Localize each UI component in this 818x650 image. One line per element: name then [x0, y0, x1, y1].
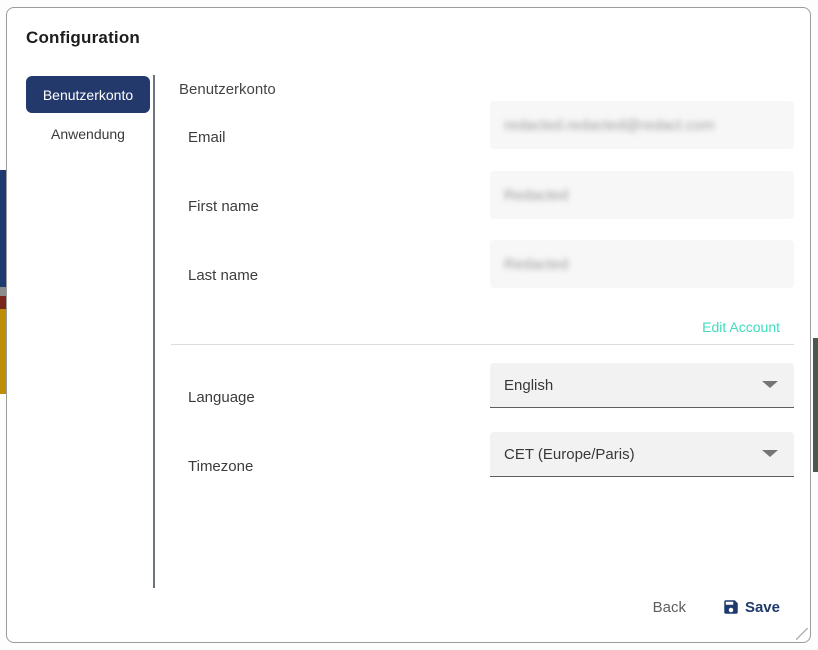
chevron-down-icon — [762, 450, 778, 457]
timezone-label: Timezone — [188, 458, 253, 475]
last-name-field[interactable]: Redacted — [490, 240, 794, 288]
language-label: Language — [188, 389, 255, 406]
edit-account-link[interactable]: Edit Account — [702, 319, 780, 335]
first-name-label: First name — [188, 198, 259, 215]
configuration-dialog: Configuration Benutzerkonto Anwendung Be… — [6, 7, 811, 643]
save-button-label: Save — [745, 599, 780, 616]
save-button[interactable]: Save — [722, 598, 780, 616]
background-strip — [813, 338, 818, 472]
first-name-value-redacted: Redacted — [504, 187, 568, 204]
last-name-label: Last name — [188, 267, 258, 284]
tab-anwendung[interactable]: Anwendung — [26, 115, 150, 152]
language-select-value: English — [504, 377, 553, 394]
tab-anwendung-label: Anwendung — [51, 126, 125, 142]
dialog-footer: Back Save — [653, 598, 780, 616]
resize-handle-icon[interactable] — [796, 628, 808, 640]
page-background: Configuration Benutzerkonto Anwendung Be… — [0, 0, 818, 650]
tab-benutzerkonto[interactable]: Benutzerkonto — [26, 76, 150, 113]
email-value-redacted: redacted.redacted@redact.com — [504, 117, 714, 134]
content-divider — [171, 344, 794, 345]
first-name-field[interactable]: Redacted — [490, 171, 794, 219]
email-label: Email — [188, 129, 226, 146]
sidebar-divider — [153, 75, 155, 588]
section-heading: Benutzerkonto — [179, 81, 276, 98]
save-icon — [722, 598, 740, 616]
timezone-select-value: CET (Europe/Paris) — [504, 446, 635, 463]
language-select[interactable]: English — [490, 363, 794, 408]
tab-benutzerkonto-label: Benutzerkonto — [43, 87, 133, 103]
back-button[interactable]: Back — [653, 599, 686, 616]
timezone-select[interactable]: CET (Europe/Paris) — [490, 432, 794, 477]
chevron-down-icon — [762, 381, 778, 388]
dialog-title: Configuration — [26, 28, 140, 48]
last-name-value-redacted: Redacted — [504, 256, 568, 273]
email-field[interactable]: redacted.redacted@redact.com — [490, 101, 794, 149]
